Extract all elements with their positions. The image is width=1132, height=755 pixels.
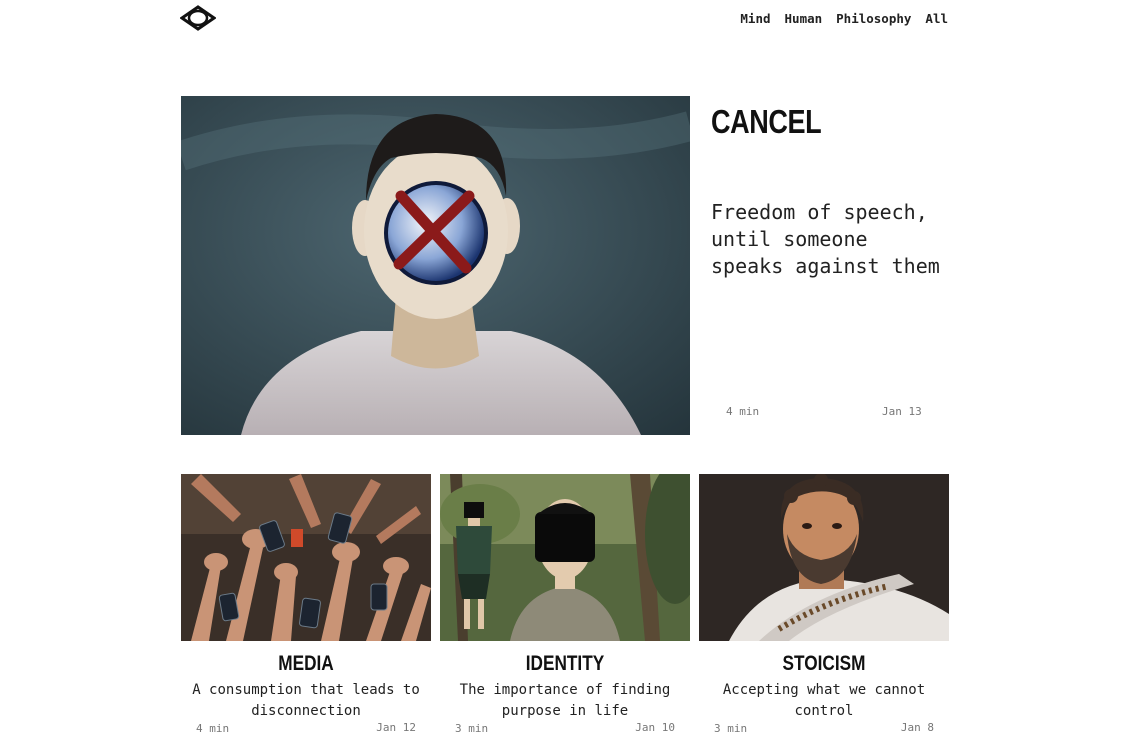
card-image[interactable] — [699, 474, 949, 641]
main-nav: Mind Human Philosophy All — [740, 11, 948, 26]
card-date: Jan 8 — [900, 721, 934, 734]
site-logo[interactable] — [180, 5, 216, 31]
nav-link-philosophy[interactable]: Philosophy — [836, 11, 911, 26]
card-read-time: 3 min — [714, 722, 748, 735]
nav-link-human[interactable]: Human — [785, 11, 823, 26]
card-date: Jan 12 — [376, 721, 416, 734]
featured-image[interactable] — [181, 96, 690, 435]
article-card-identity[interactable]: IDENTITY The importance of finding purpo… — [440, 474, 690, 735]
card-description: Accepting what we cannot control — [722, 682, 926, 719]
card-title[interactable]: IDENTITY — [463, 652, 668, 676]
card-read-time: 3 min — [455, 722, 489, 735]
nav-link-mind[interactable]: Mind — [740, 11, 770, 26]
card-description: The importance of finding purpose in lif… — [459, 682, 671, 719]
card-image[interactable] — [181, 474, 431, 641]
card-description: A consumption that leads to disconnectio… — [192, 682, 420, 719]
featured-title[interactable]: CANCEL — [711, 103, 822, 141]
card-image[interactable] — [440, 474, 690, 641]
nav-link-all[interactable]: All — [925, 11, 948, 26]
article-card-media[interactable]: MEDIA A consumption that leads to discon… — [181, 474, 431, 735]
featured-date: Jan 13 — [882, 405, 922, 418]
featured-read-time: 4 min — [726, 405, 760, 418]
card-title[interactable]: STOICISM — [722, 652, 927, 676]
card-read-time: 4 min — [196, 722, 230, 735]
featured-subtitle: Freedom of speech, until someone speaks … — [711, 200, 940, 278]
card-title[interactable]: MEDIA — [204, 652, 409, 676]
eye-diamond-icon — [180, 5, 216, 31]
article-card-stoicism[interactable]: STOICISM Accepting what we cannot contro… — [699, 474, 949, 735]
card-date: Jan 10 — [635, 721, 675, 734]
